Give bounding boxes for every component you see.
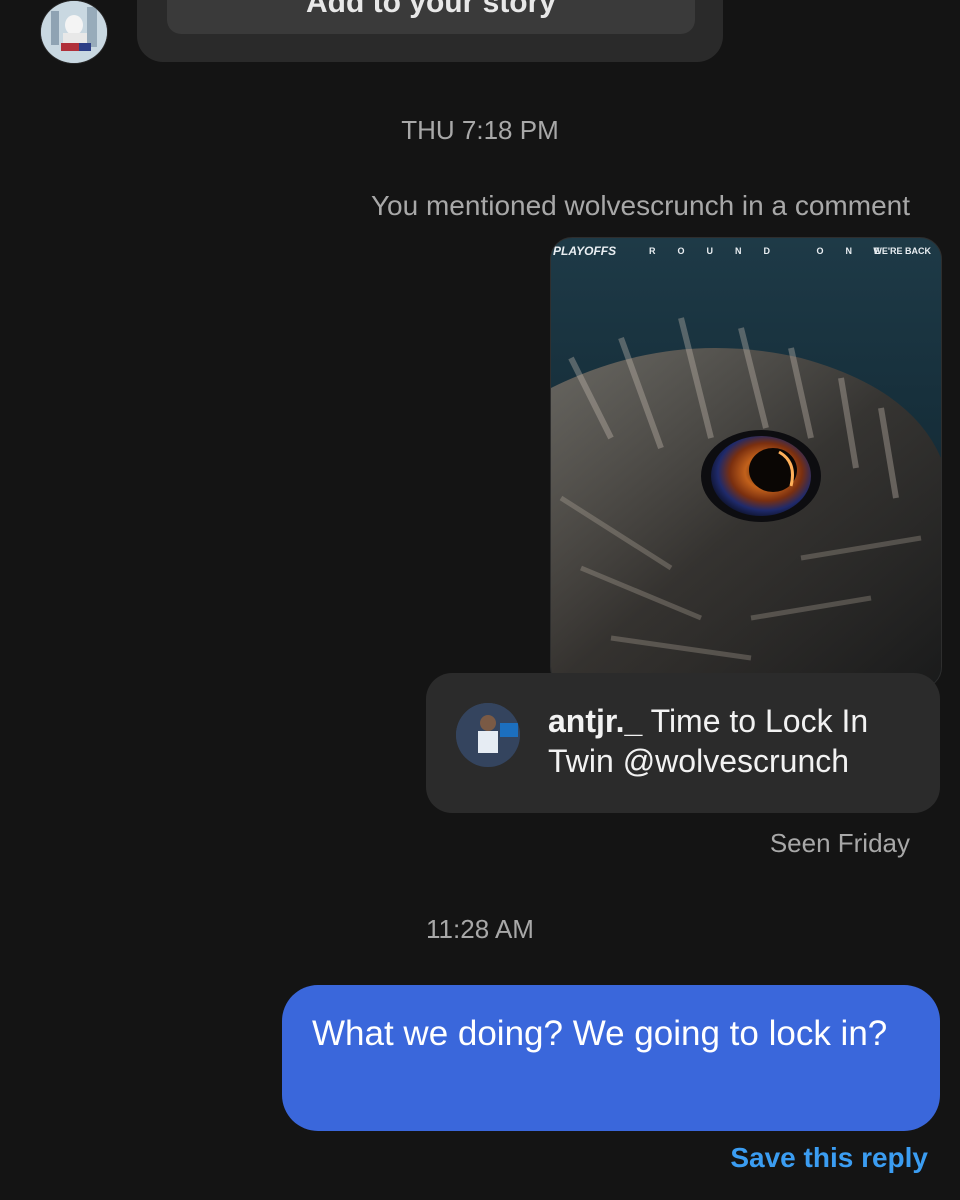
seen-status: Seen Friday bbox=[769, 828, 910, 858]
post-image bbox=[551, 317, 941, 688]
sent-message-text: What we doing? We going to lock in? bbox=[312, 1014, 888, 1053]
save-reply-link[interactable]: Save this reply bbox=[730, 1142, 928, 1174]
sender-avatar[interactable] bbox=[40, 0, 108, 64]
add-to-story-label: Add to your story bbox=[305, 0, 556, 19]
post-header-left: PLAYOFFS bbox=[553, 244, 617, 258]
commenter-avatar[interactable] bbox=[456, 703, 520, 767]
sent-message-bubble[interactable]: What we doing? We going to lock in? bbox=[282, 985, 940, 1131]
comment-card[interactable]: antjr._ Time to Lock In Twin @wolvescrun… bbox=[426, 673, 940, 813]
shared-post[interactable]: PLAYOFFS ROUND ONE WE'RE BACK bbox=[550, 237, 942, 689]
shared-story-message[interactable]: Add to your story bbox=[137, 0, 723, 62]
avatar-image bbox=[456, 703, 520, 767]
comment-text: antjr._ Time to Lock In Twin @wolvescrun… bbox=[548, 701, 918, 781]
mention-note: You mentioned wolvescrunch in a comment bbox=[370, 190, 910, 221]
add-to-story-button[interactable]: Add to your story bbox=[167, 0, 695, 34]
post-header-center: ROUND ONE bbox=[649, 246, 903, 256]
comment-username[interactable]: antjr._ bbox=[548, 703, 642, 739]
avatar-image bbox=[41, 1, 107, 63]
post-header: PLAYOFFS ROUND ONE WE'RE BACK bbox=[551, 238, 941, 268]
post-header-right: WE'RE BACK bbox=[873, 246, 931, 256]
timestamp: THU 7:18 PM bbox=[401, 115, 559, 145]
timestamp: 11:28 AM bbox=[426, 914, 534, 944]
